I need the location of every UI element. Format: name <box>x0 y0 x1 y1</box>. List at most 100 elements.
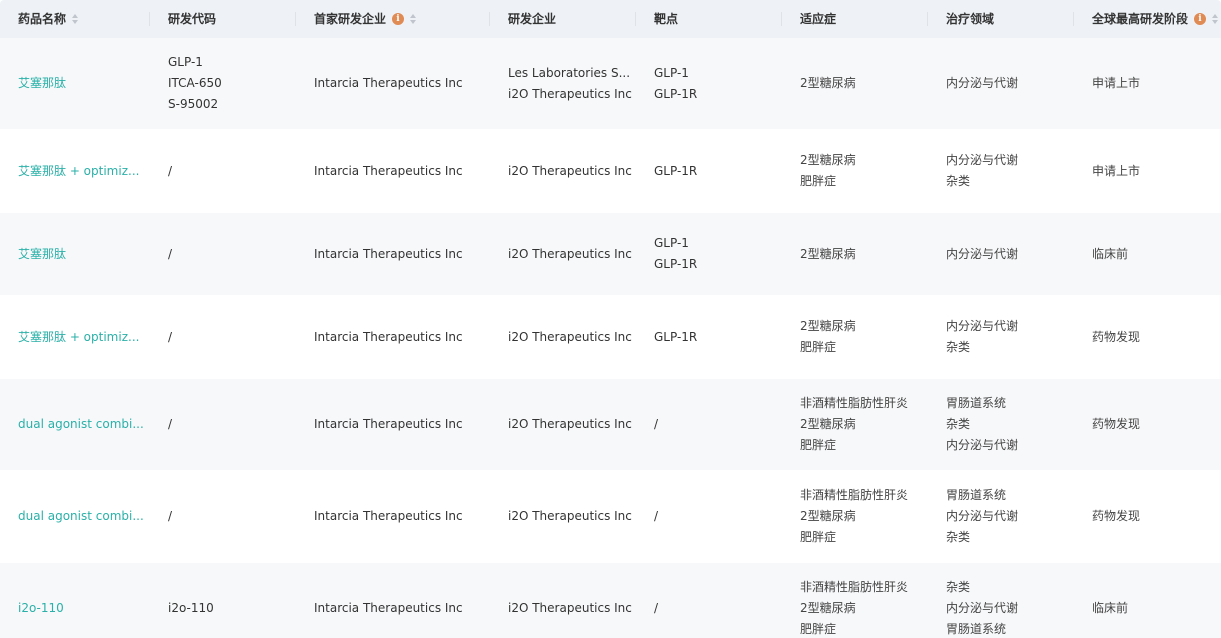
target-cell: GLP-1R <box>636 161 782 182</box>
col-therapy-area: 治疗领域 <box>928 12 1074 26</box>
therapy-area-text: 胃肠道系统 <box>946 622 1007 636</box>
company-text: Les Laboratories S... <box>508 65 631 80</box>
target-cell: / <box>636 414 782 435</box>
stage-text: 药物发现 <box>1092 509 1141 523</box>
company-text: i2O Therapeutics Inc <box>508 246 632 261</box>
therapy-area-text: 杂类 <box>946 580 971 594</box>
col-target-label: 靶点 <box>654 12 679 26</box>
first-company-cell: Intarcia Therapeutics Inc <box>296 244 490 265</box>
first-company-text: Intarcia Therapeutics Inc <box>314 76 463 90</box>
sort-icon[interactable] <box>72 14 79 24</box>
col-highest-stage-label: 全球最高研发阶段 <box>1092 12 1189 26</box>
first-company-cell: Intarcia Therapeutics Inc <box>296 598 490 619</box>
col-companies: 研发企业 <box>490 12 636 26</box>
companies-cell: Les Laboratories S... i2O Therapeutics In… <box>490 63 636 105</box>
indication-text: 非酒精性脂肪性肝炎 <box>800 488 909 502</box>
drug-name-link[interactable]: 艾塞那肽 <box>18 244 150 265</box>
col-indication: 适应症 <box>782 12 928 26</box>
indication-text: 2型糖尿病 <box>800 246 856 261</box>
drug-name-cell: 艾塞那肽 + optimiz... <box>0 327 150 348</box>
drug-name-link[interactable]: 艾塞那肽 + optimiz... <box>18 327 150 348</box>
indication-text: 2型糖尿病 <box>800 417 856 431</box>
first-company-text: Intarcia Therapeutics Inc <box>314 246 463 261</box>
col-first-company[interactable]: 首家研发企业 i <box>296 12 490 26</box>
target-text: GLP-1R <box>654 163 698 178</box>
therapy-area-text: 杂类 <box>946 417 971 431</box>
target-cell: / <box>636 598 782 619</box>
code-text: / <box>168 329 173 344</box>
target-text: / <box>654 417 659 431</box>
therapy-area-cell: 胃肠道系统杂类内分泌与代谢 <box>928 393 1074 456</box>
companies-cell: i2O Therapeutics Inc <box>490 506 636 527</box>
indication-text: 2型糖尿病 <box>800 76 856 90</box>
table-row: dual agonist combi... / Intarcia Therapeut… <box>0 379 1221 471</box>
code-text: / <box>168 246 173 261</box>
indication-text: 肥胖症 <box>800 340 837 354</box>
drug-name-cell: dual agonist combi... <box>0 506 150 527</box>
drug-name-link[interactable]: dual agonist combi... <box>18 506 150 527</box>
therapy-area-text: 内分泌与代谢 <box>946 509 1019 523</box>
col-code-label: 研发代码 <box>168 12 217 26</box>
col-target: 靶点 <box>636 12 782 26</box>
stage-cell: 药物发现 <box>1074 414 1221 435</box>
sort-icon[interactable] <box>410 14 417 24</box>
col-drug-name[interactable]: 药品名称 <box>0 12 150 26</box>
drug-name-link[interactable]: dual agonist combi... <box>18 414 150 435</box>
code-cell: / <box>150 161 296 182</box>
drug-name-link[interactable]: 艾塞那肽 + optimiz... <box>18 161 150 182</box>
drug-pipeline-table: 药品名称 研发代码 首家研发企业 i 研发企业 靶点 适应症 治疗领域 全球最高… <box>0 0 1221 638</box>
therapy-area-text: 内分泌与代谢 <box>946 153 1019 167</box>
info-icon[interactable]: i <box>1194 13 1207 25</box>
stage-cell: 药物发现 <box>1074 327 1221 348</box>
indication-cell: 2型糖尿病 肥胖症 <box>782 150 928 192</box>
table-body: 艾塞那肽 GLP-1 ITCA-650 S-95002 Intarcia Therape… <box>0 38 1221 638</box>
col-code: 研发代码 <box>150 12 296 26</box>
therapy-area-text: 内分泌与代谢 <box>946 438 1019 452</box>
sort-icon[interactable] <box>1212 14 1219 24</box>
drug-name-cell: 艾塞那肽 <box>0 73 150 94</box>
therapy-area-text: 内分泌与代谢 <box>946 76 1019 90</box>
col-therapy-area-label: 治疗领域 <box>946 12 995 26</box>
indication-text: 肥胖症 <box>800 622 837 636</box>
stage-text: 临床前 <box>1092 246 1129 261</box>
therapy-area-text: 内分泌与代谢 <box>946 246 1019 261</box>
col-drug-name-label: 药品名称 <box>18 12 67 26</box>
drug-name-cell: dual agonist combi... <box>0 414 150 435</box>
info-icon[interactable]: i <box>392 13 405 25</box>
target-cell: GLP-1 GLP-1R <box>636 233 782 275</box>
therapy-area-text: 杂类 <box>946 340 971 354</box>
companies-cell: i2O Therapeutics Inc <box>490 161 636 182</box>
stage-cell: 申请上市 <box>1074 73 1221 94</box>
stage-cell: 临床前 <box>1074 598 1221 619</box>
code-cell: / <box>150 506 296 527</box>
therapy-area-text: 内分泌与代谢 <box>946 601 1019 615</box>
stage-text: 药物发现 <box>1092 329 1141 344</box>
company-text: i2O Therapeutics Inc <box>508 163 632 178</box>
target-text: GLP-1R <box>654 86 698 101</box>
drug-name-link[interactable]: i2o-110 <box>18 598 150 619</box>
indication-text: 2型糖尿病 <box>800 601 856 615</box>
indication-text: 2型糖尿病 <box>800 509 856 523</box>
target-text: / <box>654 601 659 615</box>
stage-text: 临床前 <box>1092 601 1129 615</box>
code-cell: / <box>150 327 296 348</box>
therapy-area-text: 胃肠道系统 <box>946 396 1007 410</box>
indication-cell: 2型糖尿病 <box>782 73 928 94</box>
indication-text: 2型糖尿病 <box>800 153 856 167</box>
col-highest-stage[interactable]: 全球最高研发阶段 i <box>1074 12 1221 26</box>
companies-cell: i2O Therapeutics Inc <box>490 244 636 265</box>
drug-name-link[interactable]: 艾塞那肽 <box>18 73 150 94</box>
therapy-area-text: 胃肠道系统 <box>946 488 1007 502</box>
therapy-area-cell: 内分泌与代谢 杂类 <box>928 316 1074 358</box>
first-company-cell: Intarcia Therapeutics Inc <box>296 161 490 182</box>
stage-cell: 申请上市 <box>1074 161 1221 182</box>
col-first-company-label: 首家研发企业 <box>314 12 387 26</box>
first-company-cell: Intarcia Therapeutics Inc <box>296 414 490 435</box>
indication-cell: 非酒精性脂肪性肝炎 2型糖尿病 肥胖症 <box>782 393 928 456</box>
company-text: i2O Therapeutics Inc <box>508 509 632 523</box>
first-company-text: Intarcia Therapeutics Inc <box>314 417 463 431</box>
drug-name-cell: i2o-110 <box>0 598 150 619</box>
indication-text: 非酒精性脂肪性肝炎 <box>800 580 909 594</box>
therapy-area-cell: 内分泌与代谢 <box>928 73 1074 94</box>
first-company-cell: Intarcia Therapeutics Inc <box>296 506 490 527</box>
